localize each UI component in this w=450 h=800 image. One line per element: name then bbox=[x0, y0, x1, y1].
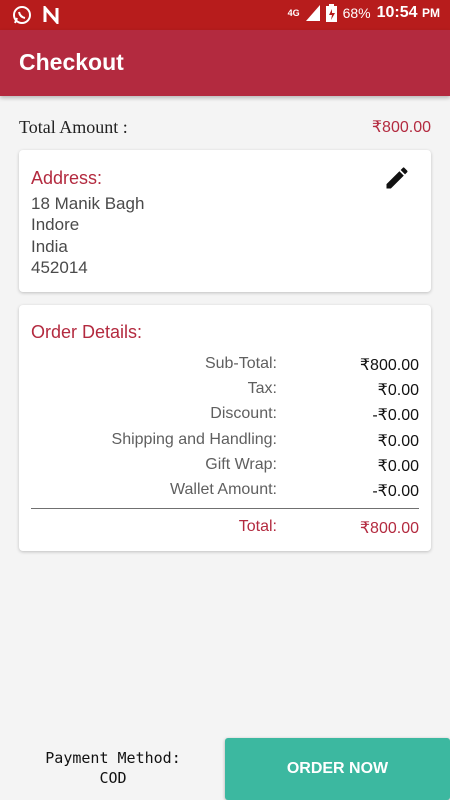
pencil-icon[interactable] bbox=[383, 164, 411, 192]
order-row-total: Total: ₹800.00 bbox=[19, 518, 431, 540]
order-row-discount: Discount: -₹0.00 bbox=[19, 405, 431, 427]
signal-icon bbox=[305, 5, 320, 21]
payment-method: Payment Method: COD bbox=[0, 748, 226, 788]
address-card: Address: 18 Manik Bagh Indore India 4520… bbox=[19, 150, 431, 292]
page-title: Checkout bbox=[19, 49, 124, 75]
order-row-tax: Tax: ₹0.00 bbox=[19, 380, 431, 402]
order-row-value: -₹0.00 bbox=[372, 407, 419, 424]
clock: 10:54 PM bbox=[376, 4, 440, 21]
address-title: Address: bbox=[31, 168, 103, 188]
payment-method-label: Payment Method: bbox=[45, 749, 181, 767]
battery-level: 68% bbox=[342, 5, 371, 21]
payment-method-value: COD bbox=[99, 769, 127, 787]
app-bar: Checkout bbox=[0, 30, 450, 96]
order-row-label: Shipping and Handling: bbox=[111, 431, 277, 448]
whatsapp-icon bbox=[13, 6, 31, 24]
order-row-subtotal: Sub-Total: ₹800.00 bbox=[19, 355, 431, 377]
order-row-value: ₹800.00 bbox=[359, 357, 419, 374]
battery-icon bbox=[325, 4, 337, 22]
order-row-label: Gift Wrap: bbox=[205, 456, 277, 473]
address-line-city: Indore bbox=[31, 215, 80, 234]
total-amount-value: ₹800.00 bbox=[371, 119, 431, 136]
order-details-card: Order Details: Sub-Total: ₹800.00 Tax: ₹… bbox=[19, 305, 431, 551]
order-now-button[interactable]: ORDER NOW bbox=[225, 738, 450, 800]
status-bar: 4G 68% 10:54 PM bbox=[0, 0, 450, 30]
total-amount-label: Total Amount : bbox=[19, 117, 128, 137]
order-row-value: ₹0.00 bbox=[377, 433, 419, 450]
order-row-value: -₹0.00 bbox=[372, 483, 419, 500]
order-row-shipping: Shipping and Handling: ₹0.00 bbox=[19, 431, 431, 453]
total-amount-row: Total Amount : ₹800.00 bbox=[19, 117, 431, 139]
network-type: 4G bbox=[287, 8, 300, 18]
order-row-label: Tax: bbox=[247, 380, 277, 397]
order-total-value: ₹800.00 bbox=[359, 520, 419, 537]
order-row-label: Discount: bbox=[210, 405, 277, 422]
order-row-wallet: Wallet Amount: -₹0.00 bbox=[19, 481, 431, 503]
address-line-postcode: 452014 bbox=[31, 258, 88, 277]
order-total-label: Total: bbox=[238, 518, 277, 535]
address-line-country: India bbox=[31, 237, 68, 256]
n-app-icon bbox=[43, 6, 59, 24]
order-row-value: ₹0.00 bbox=[377, 382, 419, 399]
order-row-value: ₹0.00 bbox=[377, 458, 419, 475]
order-row-label: Sub-Total: bbox=[204, 355, 277, 372]
order-details-title: Order Details: bbox=[31, 322, 143, 342]
order-row-label: Wallet Amount: bbox=[169, 481, 277, 498]
order-row-gift-wrap: Gift Wrap: ₹0.00 bbox=[19, 456, 431, 478]
address-line-street: 18 Manik Bagh bbox=[31, 194, 145, 213]
order-divider bbox=[31, 508, 419, 509]
